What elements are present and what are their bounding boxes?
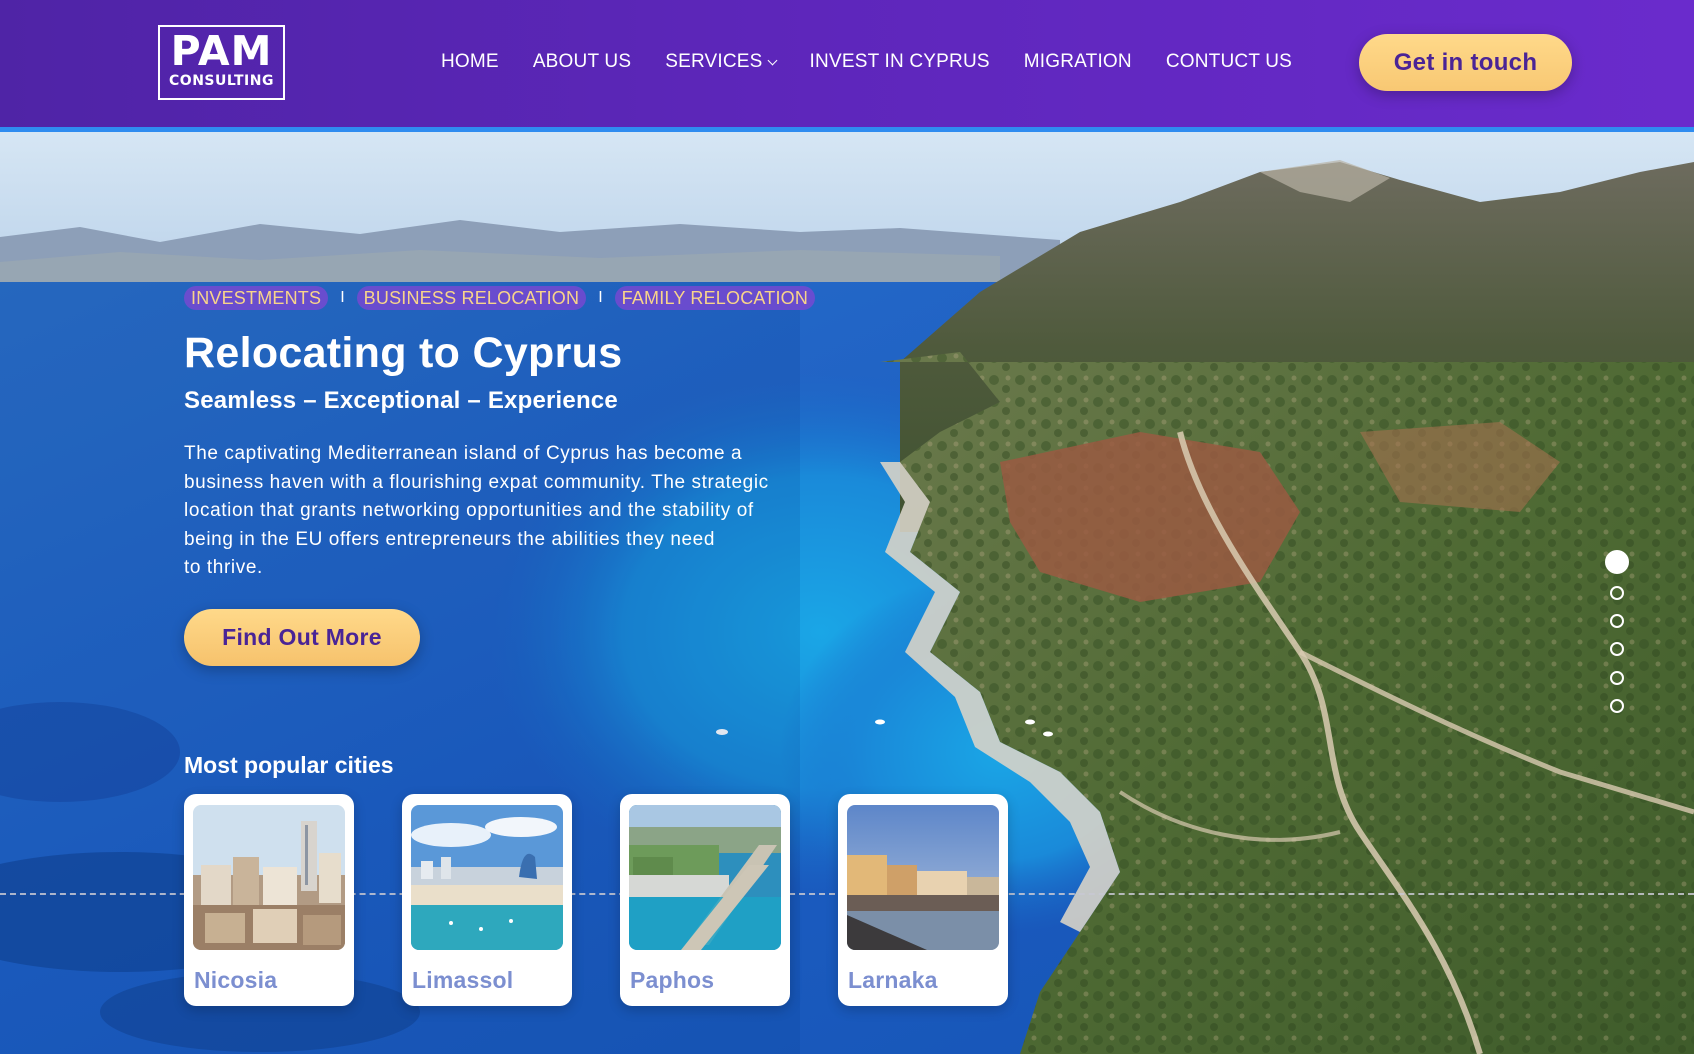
city-name: Paphos bbox=[630, 967, 715, 993]
nav-invest-in-cyprus[interactable]: INVEST IN CYPRUS bbox=[810, 47, 990, 77]
get-in-touch-button[interactable]: Get in touch bbox=[1359, 34, 1572, 91]
slide-dot-6[interactable] bbox=[1610, 699, 1624, 713]
nav-about-label: ABOUT US bbox=[532, 51, 632, 72]
hero-description-line: to thrive. bbox=[184, 557, 263, 578]
logo-text: PAM bbox=[170, 27, 273, 75]
popular-cities-heading: Most popular cities bbox=[184, 752, 394, 778]
hero-description: The captivating Mediterranean island of … bbox=[184, 440, 784, 583]
slide-dot-1[interactable] bbox=[1605, 550, 1629, 574]
tag-separator: I bbox=[598, 289, 603, 306]
hero-subtitle: Seamless – Exceptional – Experience bbox=[184, 387, 618, 414]
slide-dot-4[interactable] bbox=[1610, 642, 1624, 656]
nav-contact-label: CONTUCT US bbox=[1165, 51, 1293, 72]
nav-home-label: HOME bbox=[441, 51, 499, 72]
city-image-larnaka bbox=[847, 805, 999, 950]
city-image-nicosia bbox=[193, 805, 345, 950]
city-card-larnaka[interactable]: Larnaka bbox=[838, 794, 1008, 1006]
service-tags: INVESTMENTS I BUSINESS RELOCATION I FAMI… bbox=[184, 286, 816, 310]
nav-services[interactable]: SERVICES bbox=[665, 47, 777, 77]
city-card-paphos[interactable]: Paphos bbox=[620, 794, 790, 1006]
nav-home[interactable]: HOME bbox=[441, 47, 499, 77]
city-name: Nicosia bbox=[194, 967, 278, 993]
tag-business-relocation[interactable]: BUSINESS RELOCATION bbox=[356, 286, 587, 310]
hero-description-line: The captivating Mediterranean island of … bbox=[184, 443, 743, 464]
hero-description-line: location that grants networking opportun… bbox=[184, 500, 754, 521]
nav-migration-label: MIGRATION bbox=[1023, 51, 1132, 72]
nav-about-us[interactable]: ABOUT US bbox=[533, 47, 631, 77]
city-image-limassol bbox=[411, 805, 563, 950]
city-card-nicosia[interactable]: Nicosia bbox=[184, 794, 354, 1006]
site-header: PAM CONSULTING HOME ABOUT US SERVICES IN… bbox=[0, 0, 1694, 132]
slide-dot-2[interactable] bbox=[1610, 586, 1624, 600]
nav-invest-label: INVEST IN CYPRUS bbox=[809, 51, 990, 72]
hero-description-line: being in the EU offers entrepreneurs the… bbox=[184, 528, 716, 550]
pam-consulting-logo[interactable]: PAM CONSULTING bbox=[158, 25, 285, 100]
tag-family-relocation[interactable]: FAMILY RELOCATION bbox=[614, 286, 816, 310]
nav-services-label: SERVICES bbox=[665, 51, 763, 72]
tag-investments[interactable]: INVESTMENTS bbox=[184, 286, 329, 310]
slide-dot-5[interactable] bbox=[1610, 671, 1624, 685]
main-nav: HOME ABOUT US SERVICES INVEST IN CYPRUS … bbox=[441, 47, 1326, 77]
tag-separator: I bbox=[340, 289, 345, 306]
hero-title: Relocating to Cyprus bbox=[184, 329, 623, 377]
city-card-limassol[interactable]: Limassol bbox=[402, 794, 572, 1006]
logo-subtext: CONSULTING bbox=[169, 73, 274, 89]
chevron-down-icon bbox=[767, 55, 777, 65]
city-name: Limassol bbox=[412, 967, 514, 993]
hero-description-line: business haven with a flourishing expat … bbox=[184, 471, 769, 493]
city-image-paphos bbox=[629, 805, 781, 950]
slide-dot-3[interactable] bbox=[1610, 614, 1624, 628]
city-name: Larnaka bbox=[848, 967, 938, 993]
find-out-more-button[interactable]: Find Out More bbox=[184, 609, 420, 666]
nav-contact-us[interactable]: CONTUCT US bbox=[1166, 47, 1292, 77]
nav-migration[interactable]: MIGRATION bbox=[1024, 47, 1132, 77]
